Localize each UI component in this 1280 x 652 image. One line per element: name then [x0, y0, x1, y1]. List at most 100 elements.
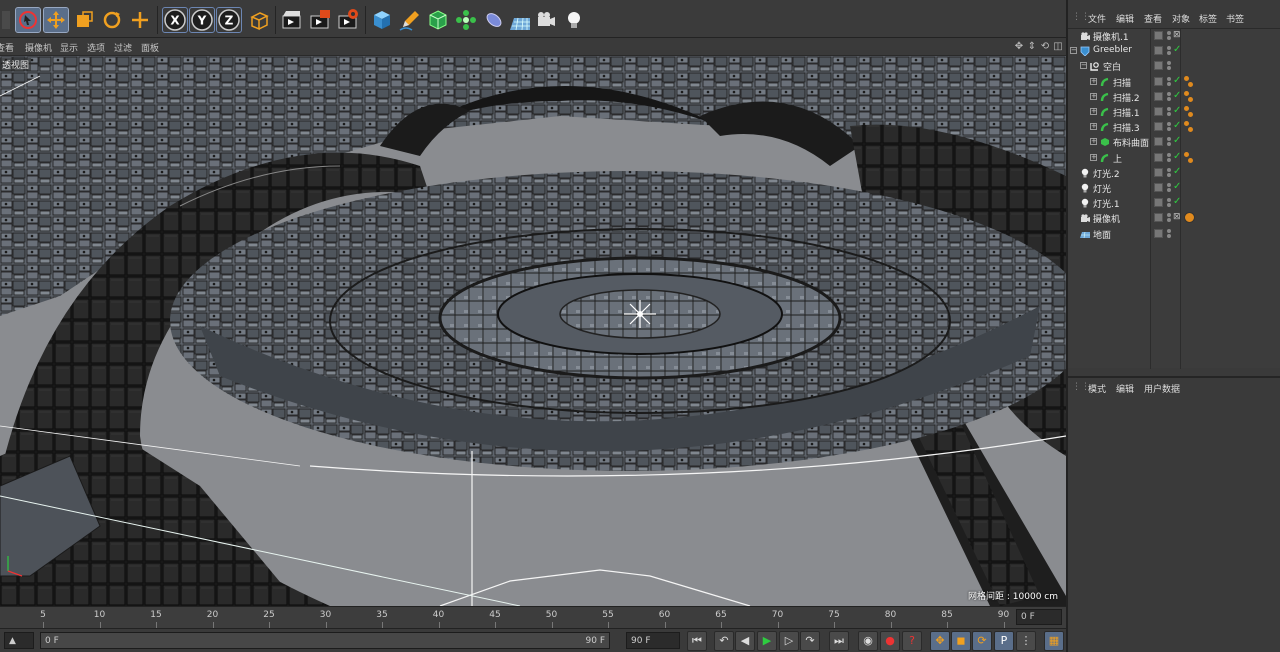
render-view-icon[interactable]	[280, 8, 304, 32]
phong-tag-icon[interactable]	[1184, 121, 1194, 133]
object-name[interactable]: 扫描.1	[1113, 106, 1140, 119]
object-row[interactable]: − Greebler ✓	[1068, 44, 1280, 59]
expand-toggle-icon[interactable]: +	[1090, 138, 1097, 146]
render-picture-viewer-icon[interactable]	[308, 8, 332, 32]
pen-icon[interactable]	[398, 8, 422, 32]
enabled-check-icon[interactable]: ✓	[1173, 75, 1181, 86]
end-frame-field[interactable]: 90 F	[626, 632, 680, 649]
attr-menu-edit[interactable]: 编辑	[1116, 382, 1134, 395]
object-row[interactable]: 灯光 ✓	[1068, 181, 1280, 196]
enabled-check-icon[interactable]: ✓	[1173, 135, 1181, 146]
object-row[interactable]: 摄像机 ⊠	[1068, 211, 1280, 226]
y-axis-icon[interactable]: Y	[189, 7, 215, 33]
move-last-icon[interactable]	[128, 8, 152, 32]
enabled-check-icon[interactable]: ✓	[1173, 120, 1181, 131]
enabled-check-icon[interactable]: ✓	[1173, 166, 1181, 177]
object-name[interactable]: 扫描	[1113, 76, 1131, 89]
layer-color-swatch[interactable]	[1154, 46, 1163, 56]
expand-toggle-icon[interactable]: −	[1070, 47, 1077, 55]
visibility-dots-icon[interactable]	[1167, 61, 1173, 71]
scale-icon[interactable]	[72, 8, 96, 32]
expand-toggle-icon[interactable]: +	[1090, 123, 1097, 131]
timeline-ruler[interactable]: 0 F 5 10 15 20 25 30 35 40 45 50 55 60 65 70 75 80 85 90	[0, 606, 1066, 628]
key-pla-icon[interactable]: ⋮	[1016, 631, 1036, 651]
viewport-menu-options[interactable]: 选项	[87, 41, 105, 54]
om-menu-view[interactable]: 查看	[1144, 12, 1162, 25]
object-row[interactable]: 地面	[1068, 227, 1280, 242]
record-active-icon[interactable]: ◉	[858, 631, 878, 651]
deformer-icon[interactable]	[482, 8, 506, 32]
object-row[interactable]: − 空白	[1068, 59, 1280, 74]
cloner-icon[interactable]	[454, 8, 478, 32]
enabled-check-icon[interactable]: ✓	[1173, 151, 1181, 162]
layer-color-swatch[interactable]	[1154, 152, 1163, 162]
layer-color-swatch[interactable]	[1154, 137, 1163, 147]
expand-toggle-icon[interactable]: +	[1090, 153, 1097, 161]
om-menu-tags[interactable]: 标签	[1199, 12, 1217, 25]
viewport-menu-cameras[interactable]: 摄像机	[25, 41, 52, 54]
z-axis-icon[interactable]: Z	[216, 7, 242, 33]
rotate-icon[interactable]	[100, 8, 124, 32]
object-name[interactable]: 空白	[1103, 60, 1121, 73]
object-name[interactable]: Greebler	[1093, 45, 1132, 55]
object-name[interactable]: 摄像机.1	[1093, 30, 1129, 43]
layer-color-swatch[interactable]	[1154, 31, 1163, 40]
enabled-check-icon[interactable]: ✓	[1173, 44, 1181, 55]
layer-color-swatch[interactable]	[1154, 198, 1163, 208]
object-name[interactable]: 地面	[1093, 228, 1111, 241]
x-axis-icon[interactable]: X	[162, 7, 188, 33]
go-to-start-icon[interactable]: ⏮	[687, 631, 707, 651]
object-name[interactable]: 布料曲面	[1113, 136, 1149, 149]
object-name[interactable]: 灯光	[1093, 182, 1111, 195]
enabled-check-icon[interactable]: ✓	[1173, 196, 1181, 207]
key-rotation-icon[interactable]: ⟳	[972, 631, 992, 651]
start-frame-field[interactable]: ▲	[4, 632, 34, 649]
autokey-icon[interactable]: ●	[880, 631, 900, 651]
cube-icon[interactable]	[370, 8, 394, 32]
key-position-icon[interactable]: ✥	[930, 631, 950, 651]
attr-menu-user-data[interactable]: 用户数据	[1144, 382, 1180, 395]
world-coordinates-icon[interactable]	[247, 8, 271, 32]
layer-color-swatch[interactable]	[1154, 76, 1163, 86]
layer-color-swatch[interactable]	[1154, 91, 1163, 101]
enabled-check-icon[interactable]: ✓	[1173, 105, 1181, 116]
attr-menu-mode[interactable]: 模式	[1088, 382, 1106, 395]
layer-color-swatch[interactable]	[1154, 228, 1163, 238]
live-selection-icon[interactable]	[15, 7, 41, 33]
camera-active-icon[interactable]: ⊠	[1173, 30, 1181, 40]
object-name[interactable]: 摄像机	[1093, 212, 1120, 225]
object-row[interactable]: + 扫描.1 ✓	[1068, 105, 1280, 120]
object-name[interactable]: 灯光.2	[1093, 167, 1120, 180]
key-parameter-icon[interactable]: P	[994, 631, 1014, 651]
object-row[interactable]: 灯光.1 ✓	[1068, 196, 1280, 211]
move-icon[interactable]	[43, 7, 69, 33]
layer-color-swatch[interactable]	[1154, 107, 1163, 116]
previous-frame-icon[interactable]: ◀	[735, 631, 755, 651]
next-key-icon[interactable]: ↷	[800, 631, 820, 651]
previous-key-icon[interactable]: ↶	[714, 631, 734, 651]
phong-tag-icon[interactable]	[1184, 106, 1194, 118]
camera-icon[interactable]	[534, 8, 558, 32]
camera-active-icon[interactable]: ⊠	[1173, 212, 1181, 222]
phong-tag-icon[interactable]	[1184, 75, 1194, 88]
play-icon[interactable]: ▶	[757, 631, 777, 651]
expand-toggle-icon[interactable]: +	[1090, 92, 1097, 100]
object-list[interactable]: 摄像机.1 ⊠ − Greebler ✓ − 空白 + 扫描 ✓ + 扫描.2 ✓ + 扫描.1 ✓ + 扫描.3…	[1068, 28, 1280, 369]
maximize-view-icon[interactable]: ◫	[1052, 41, 1064, 53]
expand-toggle-icon[interactable]: −	[1080, 62, 1087, 70]
orbit-view-icon[interactable]: ⟲	[1039, 41, 1051, 53]
om-menu-edit[interactable]: 编辑	[1116, 12, 1134, 25]
expand-toggle-icon[interactable]: +	[1090, 77, 1097, 85]
expand-toggle-icon[interactable]: +	[1090, 108, 1097, 115]
om-menu-objects[interactable]: 对象	[1172, 12, 1190, 25]
go-to-end-icon[interactable]: ⏭	[829, 631, 849, 651]
object-row[interactable]: 灯光.2 ✓	[1068, 166, 1280, 181]
pan-view-icon[interactable]: ✥	[1013, 41, 1025, 53]
target-tag-icon[interactable]	[1184, 212, 1195, 224]
layer-color-swatch[interactable]	[1154, 183, 1163, 192]
floor-icon[interactable]	[508, 8, 532, 32]
keyframe-selection-icon[interactable]: ?	[902, 631, 922, 651]
layer-color-swatch[interactable]	[1154, 213, 1163, 223]
object-name[interactable]: 上	[1113, 152, 1122, 165]
subdivision-icon[interactable]	[426, 8, 450, 32]
